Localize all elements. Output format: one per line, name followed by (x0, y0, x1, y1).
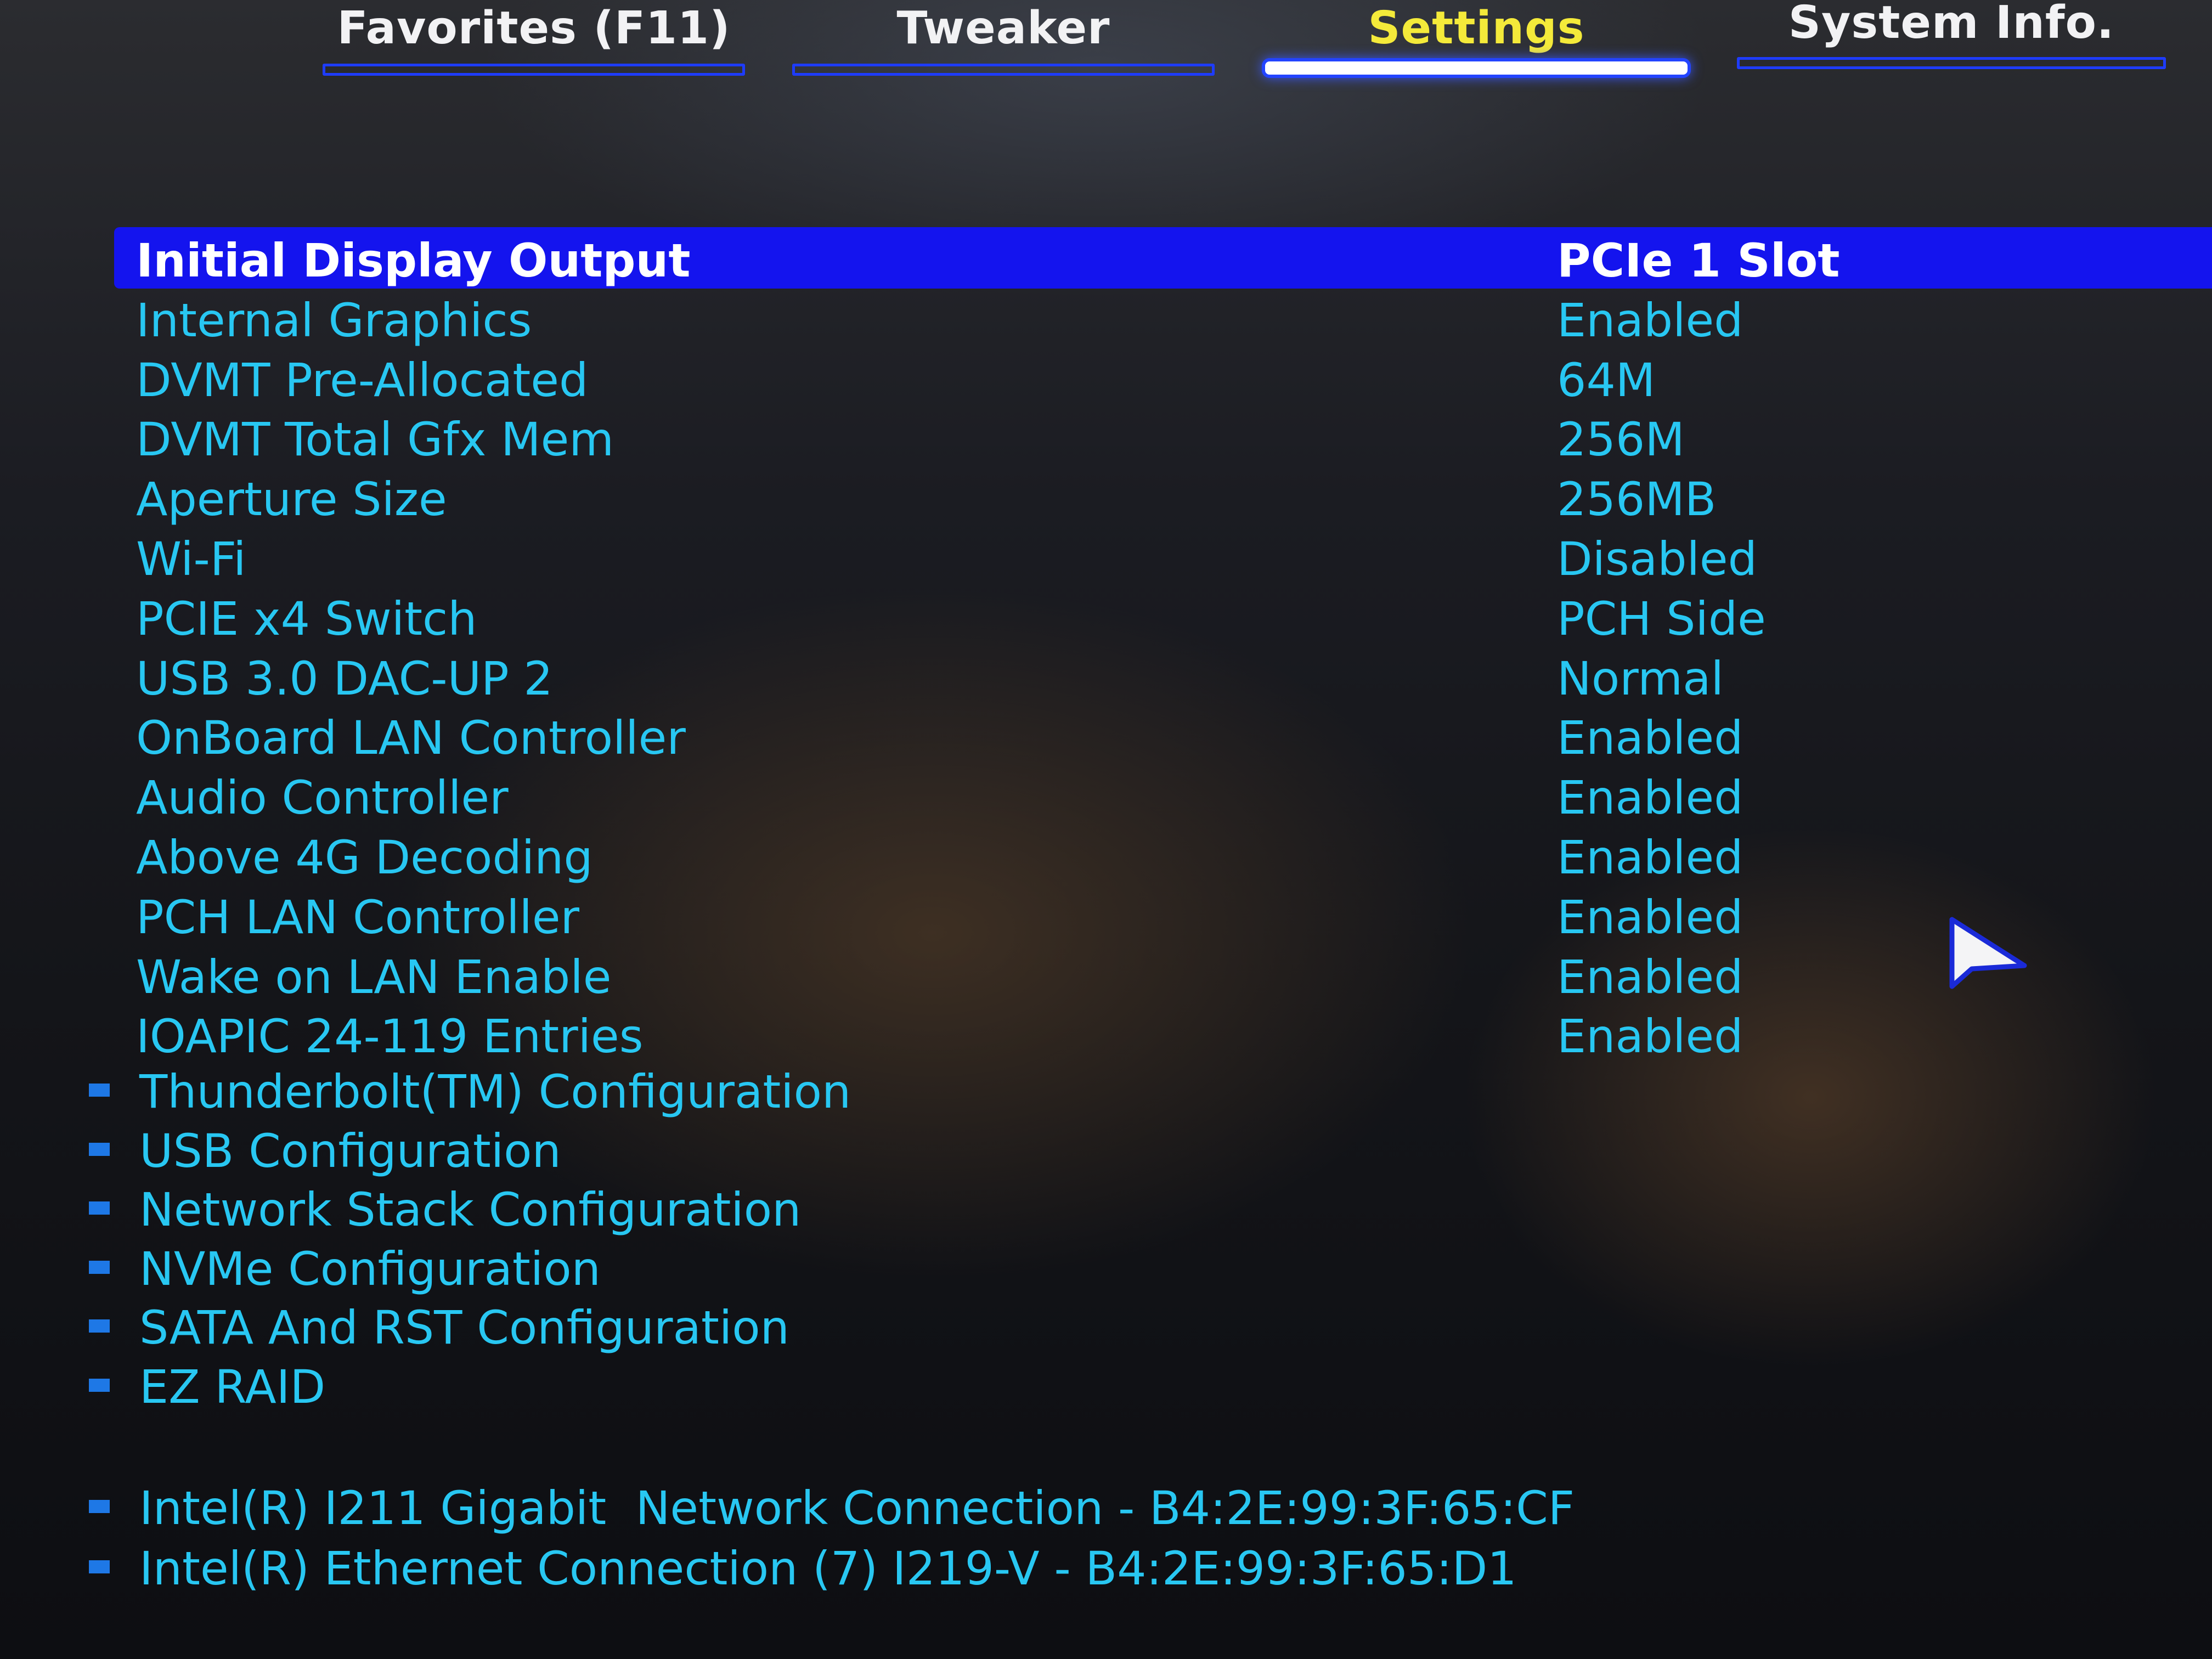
network-device-label: Intel(R) I211 Gigabit Network Connection… (139, 1481, 1575, 1535)
network-device-i219v[interactable]: Intel(R) Ethernet Connection (7) I219-V … (0, 1537, 2212, 1598)
submenu-usb[interactable]: USB Configuration (0, 1120, 2212, 1179)
setting-row-usb-dac-up[interactable]: USB 3.0 DAC-UP 2 Normal (0, 644, 2212, 706)
tab-favorites-label: Favorites (F11) (337, 2, 731, 54)
setting-value[interactable]: Enabled (1557, 890, 1743, 944)
setting-label: Initial Display Output (136, 234, 691, 287)
tab-favorites[interactable]: Favorites (F11) (323, 0, 745, 82)
setting-label: Internal Graphics (136, 293, 532, 347)
tab-settings[interactable]: Settings (1262, 0, 1691, 82)
tab-settings-underline (1262, 58, 1691, 78)
tab-tweaker-label: Tweaker (896, 2, 1110, 54)
square-bullet-icon (89, 1500, 110, 1513)
submenu-nvme[interactable]: NVMe Configuration (0, 1238, 2212, 1297)
tab-favorites-underline (323, 64, 745, 76)
network-device-i211[interactable]: Intel(R) I211 Gigabit Network Connection… (0, 1477, 2212, 1537)
setting-row-above-4g-decoding[interactable]: Above 4G Decoding Enabled (0, 823, 2212, 884)
submenu-label: NVMe Configuration (139, 1242, 601, 1296)
setting-row-aperture-size[interactable]: Aperture Size 256MB (0, 465, 2212, 527)
setting-row-onboard-lan-controller[interactable]: OnBoard LAN Controller Enabled (0, 703, 2212, 765)
setting-label: Above 4G Decoding (136, 830, 593, 884)
setting-label: IOAPIC 24-119 Entries (136, 1009, 644, 1064)
setting-row-dvmt-pre-allocated[interactable]: DVMT Pre-Allocated 64M (0, 346, 2212, 407)
setting-value[interactable]: 256M (1557, 413, 1685, 466)
setting-label: PCH LAN Controller (136, 890, 580, 944)
square-bullet-icon (89, 1319, 110, 1333)
setting-label: Aperture Size (136, 472, 447, 527)
mouse-cursor-icon (1949, 917, 2027, 989)
setting-label: Wi-Fi (136, 532, 246, 586)
setting-value[interactable]: Enabled (1557, 1009, 1743, 1063)
settings-list: Initial Display Output PCIe 1 Slot Inter… (0, 226, 2212, 1064)
setting-label: USB 3.0 DAC-UP 2 (136, 651, 553, 706)
submenu-label: USB Configuration (139, 1124, 561, 1178)
setting-value[interactable]: Enabled (1557, 831, 1743, 884)
tab-tweaker-underline (792, 64, 1215, 76)
setting-row-initial-display-output[interactable]: Initial Display Output PCIe 1 Slot (0, 226, 2212, 289)
submenu-list: Thunderbolt(TM) Configuration USB Config… (0, 1060, 2212, 1414)
submenu-label: SATA And RST Configuration (139, 1301, 789, 1355)
submenu-label: Thunderbolt(TM) Configuration (139, 1065, 851, 1119)
setting-value[interactable]: Normal (1557, 652, 1724, 706)
tab-system-info-label: System Info. (1788, 0, 2115, 49)
setting-value[interactable]: Enabled (1557, 950, 1743, 1004)
submenu-network-stack[interactable]: Network Stack Configuration (0, 1178, 2212, 1238)
setting-row-dvmt-total-gfx-mem[interactable]: DVMT Total Gfx Mem 256M (0, 405, 2212, 467)
tab-settings-label: Settings (1368, 2, 1585, 54)
setting-row-pch-lan-controller[interactable]: PCH LAN Controller Enabled (0, 883, 2212, 944)
setting-row-pcie-x4-switch[interactable]: PCIE x4 Switch PCH Side (0, 584, 2212, 646)
tab-system-info-underline (1737, 57, 2166, 69)
setting-row-audio-controller[interactable]: Audio Controller Enabled (0, 763, 2212, 825)
setting-value[interactable]: Enabled (1557, 711, 1743, 765)
square-bullet-icon (89, 1378, 110, 1392)
network-device-list: Intel(R) I211 Gigabit Network Connection… (0, 1477, 2212, 1598)
square-bullet-icon (89, 1142, 110, 1156)
network-device-label: Intel(R) Ethernet Connection (7) I219-V … (139, 1542, 1517, 1595)
setting-label: DVMT Total Gfx Mem (136, 413, 614, 467)
tab-system-info[interactable]: System Info. (1737, 0, 2166, 82)
setting-row-ioapic-entries[interactable]: IOAPIC 24-119 Entries Enabled (0, 1002, 2212, 1064)
submenu-ez-raid[interactable]: EZ RAID (0, 1356, 2212, 1415)
square-bullet-icon (89, 1201, 110, 1215)
submenu-sata-rst[interactable]: SATA And RST Configuration (0, 1296, 2212, 1356)
tab-tweaker[interactable]: Tweaker (792, 0, 1215, 82)
setting-value[interactable]: Enabled (1557, 294, 1743, 347)
setting-row-wake-on-lan[interactable]: Wake on LAN Enable Enabled (0, 943, 2212, 1004)
setting-value[interactable]: PCH Side (1557, 592, 1766, 646)
setting-value[interactable]: 256MB (1557, 472, 1716, 526)
square-bullet-icon (89, 1084, 110, 1097)
setting-label: PCIE x4 Switch (136, 591, 477, 646)
square-bullet-icon (89, 1260, 110, 1274)
setting-label: Audio Controller (136, 771, 509, 825)
setting-value[interactable]: Disabled (1557, 532, 1757, 586)
setting-value[interactable]: PCIe 1 Slot (1557, 234, 1840, 287)
square-bullet-icon (89, 1560, 110, 1573)
submenu-thunderbolt[interactable]: Thunderbolt(TM) Configuration (0, 1060, 2212, 1120)
setting-label: DVMT Pre-Allocated (136, 353, 589, 407)
setting-label: Wake on LAN Enable (136, 950, 612, 1004)
setting-row-wifi[interactable]: Wi-Fi Disabled (0, 524, 2212, 586)
setting-value[interactable]: 64M (1557, 353, 1655, 407)
submenu-label: EZ RAID (139, 1359, 326, 1414)
setting-row-internal-graphics[interactable]: Internal Graphics Enabled (0, 286, 2212, 347)
submenu-label: Network Stack Configuration (139, 1183, 802, 1237)
setting-value[interactable]: Enabled (1557, 771, 1743, 825)
setting-label: OnBoard LAN Controller (136, 711, 686, 765)
